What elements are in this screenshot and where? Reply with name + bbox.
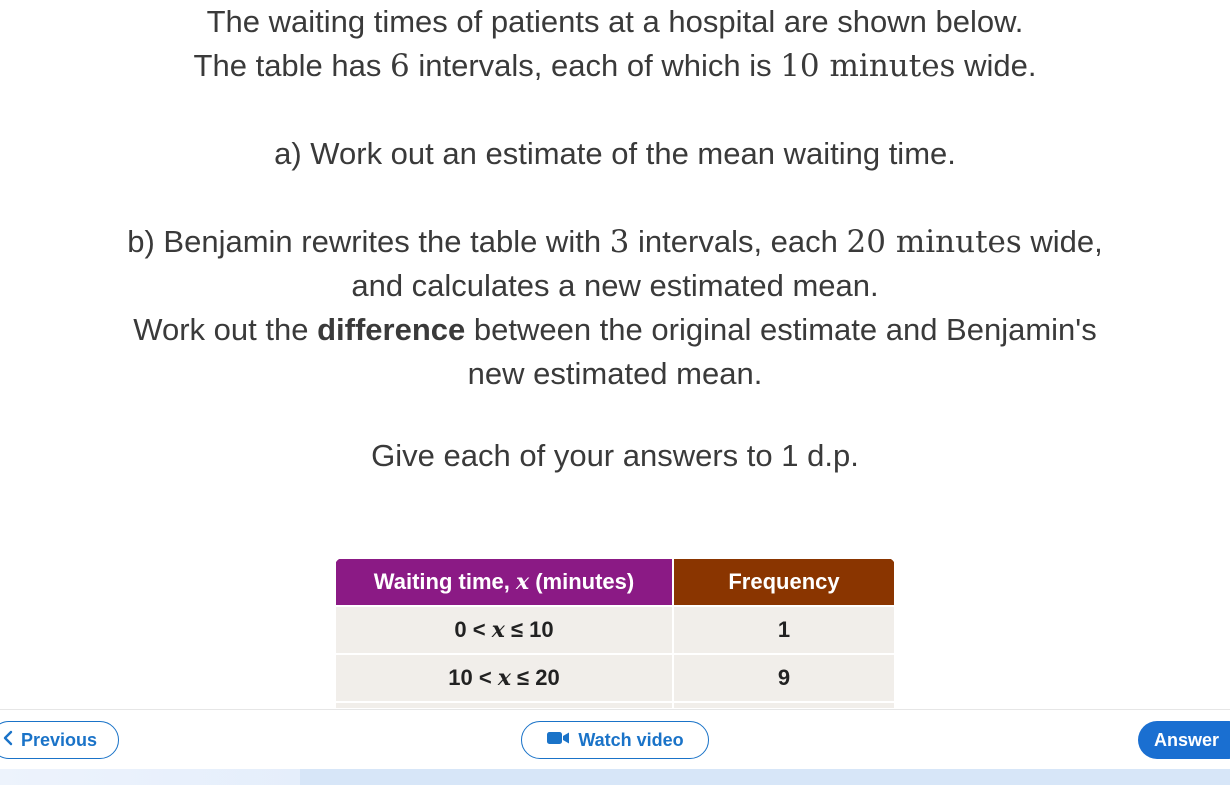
watch-video-button[interactable]: Watch video [521,721,709,759]
variable-x: x [497,665,511,691]
question-text: The waiting times of patients at a hospi… [0,0,1230,478]
text-segment: intervals, each [629,224,847,259]
interval-lower: 0 [454,617,467,642]
number-twenty: 20 [846,224,886,260]
header-text: Waiting time, [373,569,516,594]
part-b-line-2: and calculates a new estimated mean. [351,268,879,303]
part-a: a) Work out an estimate of the mean wait… [274,136,956,171]
unit-minutes: minutes [819,48,956,84]
previous-label: Previous [21,729,98,750]
operator: ≤ [504,617,530,642]
frequency-cell: 9 [672,653,896,703]
variable-x: x [515,569,530,595]
frequency-table: Waiting time, x (minutes) Frequency 0 < … [334,557,896,708]
chevron-left-icon [1,730,15,751]
table-row: 0 < x ≤ 10 1 [334,605,896,655]
operator: ≤ [510,665,536,690]
operator: < [472,665,498,690]
text-segment: intervals, each of which is [409,48,781,83]
interval-cell: 10 < x ≤ 20 [334,653,674,703]
header-text: (minutes) [529,569,635,594]
bottom-navigation-bar: Previous Watch video Answer [0,709,1230,770]
text-segment: Work out the [133,312,318,347]
instruction: Give each of your answers to 1 d.p. [371,438,859,473]
text-segment: b) Benjamin rewrites the table with [127,224,610,259]
header-waiting-time: Waiting time, x (minutes) [334,557,674,607]
interval-cell: 0 < x ≤ 10 [334,605,674,655]
question-line-1: The waiting times of patients at a hospi… [206,4,1024,39]
previous-button[interactable]: Previous [0,721,119,759]
table-row: 10 < x ≤ 20 9 [334,653,896,703]
variable-x: x [491,617,505,643]
interval-upper: 10 [529,617,554,642]
video-camera-icon [546,730,572,751]
watch-video-label: Watch video [578,729,684,750]
table-row [334,701,896,708]
part-b-line-3: Work out the difference between the orig… [0,308,1230,352]
text-segment: The table has [193,48,391,83]
unit-minutes: minutes [885,224,1022,260]
interval-upper: 20 [535,665,560,690]
answer-label: Answer [1154,729,1220,750]
number-ten: 10 [780,48,820,84]
number-three: 3 [609,224,630,260]
interval-cell [334,701,674,708]
number-six: 6 [390,48,410,84]
text-segment: between the original estimate and Benjam… [465,312,1097,347]
operator: < [466,617,492,642]
text-segment: wide, [1021,224,1103,259]
answer-button[interactable]: Answer [1138,721,1230,759]
footer-strip [0,769,1230,785]
table-header-row: Waiting time, x (minutes) Frequency [334,557,896,607]
text-segment: wide. [955,48,1037,83]
interval-lower: 10 [448,665,473,690]
emphasis-difference: difference [317,312,466,347]
frequency-cell: 1 [672,605,896,655]
frequency-cell [672,701,896,708]
part-b-line-4: new estimated mean. [467,356,763,391]
header-frequency: Frequency [672,557,896,607]
part-b-line-1: b) Benjamin rewrites the table with 3 in… [0,220,1230,264]
question-line-2: The table has 6 intervals, each of which… [0,44,1230,88]
